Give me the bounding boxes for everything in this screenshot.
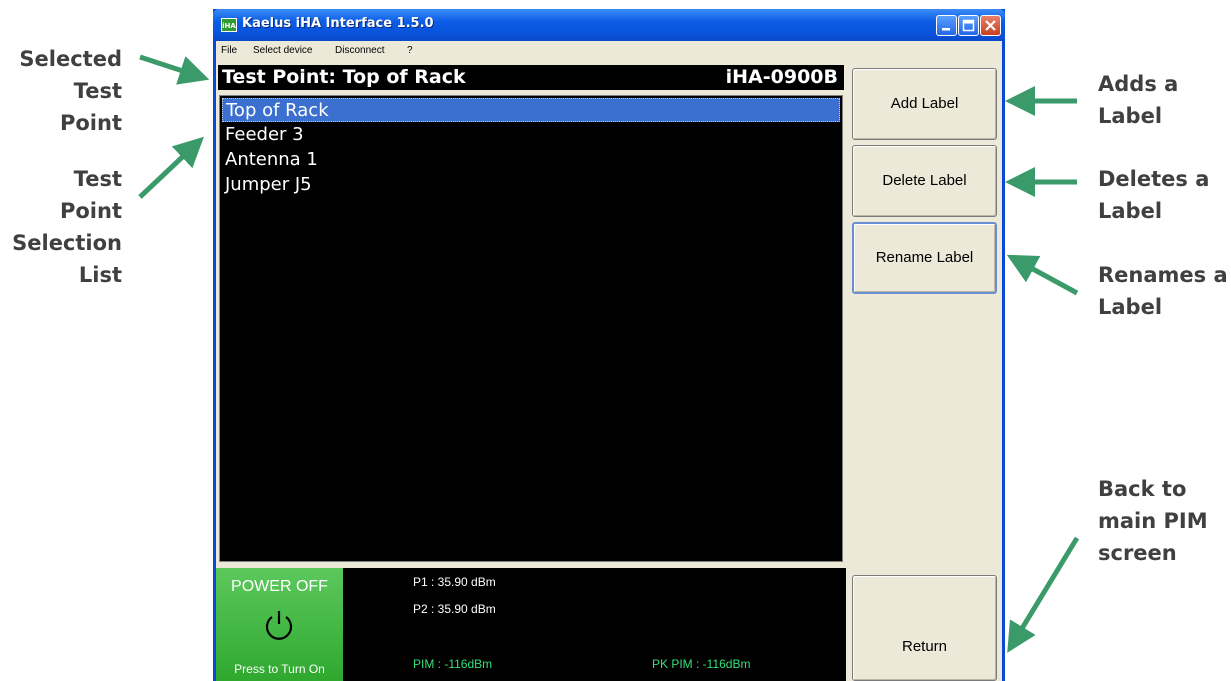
page-title: Test Point: Top of Rack xyxy=(222,66,466,88)
annotation-line: Deletes a xyxy=(1098,167,1210,191)
list-item[interactable]: Jumper J5 xyxy=(222,173,840,197)
pk-pim-reading: PK PIM : -116dBm xyxy=(652,657,751,671)
annotation-back-main: Back to main PIM screen xyxy=(1098,473,1208,569)
power-icon xyxy=(265,611,293,640)
arrow-rename-label xyxy=(1006,254,1079,296)
title-bar[interactable]: iHA Kaelus iHA Interface 1.5.0 xyxy=(213,9,1005,41)
p1-reading: P1 : 35.90 dBm xyxy=(413,575,496,589)
close-icon xyxy=(985,20,996,31)
power-button[interactable]: POWER OFF Press to Turn On xyxy=(216,568,343,681)
pim-reading: PIM : -116dBm xyxy=(413,657,493,671)
annotation-line: Selected xyxy=(19,47,122,71)
power-hint: Press to Turn On xyxy=(234,662,325,676)
annotation-line: screen xyxy=(1098,541,1177,565)
annotation-renames-label: Renames a Label xyxy=(1098,259,1228,323)
status-panel: POWER OFF Press to Turn On P1 : 35.90 dB… xyxy=(216,568,846,681)
window-title: Kaelus iHA Interface 1.5.0 xyxy=(242,16,434,31)
annotation-line: Label xyxy=(1098,199,1163,223)
annotation-selection-list: Test Point Selection List xyxy=(10,163,122,291)
return-label: Return xyxy=(901,638,948,655)
annotation-line: Label xyxy=(1098,104,1163,128)
annotation-line: Adds a xyxy=(1098,72,1179,96)
arrow-return xyxy=(1007,536,1080,653)
annotation-deletes-label: Deletes a Label xyxy=(1098,163,1209,227)
minimize-button[interactable] xyxy=(936,15,957,36)
app-window: iHA Kaelus iHA Interface 1.5.0 File Sele… xyxy=(213,9,1005,681)
arrow-selection-list xyxy=(138,136,204,199)
client-area: Test Point: Top of Rack iHA-0900B Top of… xyxy=(216,63,1002,681)
close-button[interactable] xyxy=(980,15,1001,36)
annotation-adds-label: Adds a Label xyxy=(1098,68,1178,132)
maximize-button[interactable] xyxy=(958,15,979,36)
annotation-line: Selection xyxy=(12,231,122,255)
header-bar: Test Point: Top of Rack iHA-0900B xyxy=(218,65,844,90)
menu-select-device[interactable]: Select device xyxy=(253,45,312,56)
device-name: iHA-0900B xyxy=(725,66,838,88)
annotation-line: List xyxy=(78,263,122,287)
annotation-line: Label xyxy=(1098,295,1163,319)
arrow-selected-test-point xyxy=(139,54,210,85)
list-item[interactable]: Antenna 1 xyxy=(222,148,840,172)
menu-bar: File Select device Disconnect ? xyxy=(216,41,1002,63)
list-item[interactable]: Feeder 3 xyxy=(222,123,840,147)
annotation-line: Back to xyxy=(1098,477,1187,501)
maximize-icon xyxy=(962,19,975,32)
annotation-line: main PIM xyxy=(1098,509,1208,533)
annotation-line: Test Point xyxy=(59,79,122,135)
app-logo-icon: iHA xyxy=(221,18,237,32)
menu-file[interactable]: File xyxy=(221,45,237,56)
delete-label-button[interactable]: Delete Label xyxy=(852,145,997,217)
menu-disconnect[interactable]: Disconnect xyxy=(335,45,384,56)
power-status-label: POWER OFF xyxy=(231,578,328,595)
menu-help[interactable]: ? xyxy=(407,45,413,56)
test-point-list[interactable]: Top of Rack Feeder 3 Antenna 1 Jumper J5 xyxy=(219,95,843,562)
list-item[interactable]: Top of Rack xyxy=(222,98,840,122)
annotation-line: Test Point xyxy=(59,167,122,223)
annotation-line: Renames a xyxy=(1098,263,1228,287)
annotation-selected-test-point: Selected Test Point xyxy=(10,43,122,139)
p2-reading: P2 : 35.90 dBm xyxy=(413,602,496,616)
return-button[interactable]: Return xyxy=(852,575,997,681)
minimize-icon xyxy=(942,28,950,31)
add-label-button[interactable]: Add Label xyxy=(852,68,997,140)
rename-label-button[interactable]: Rename Label xyxy=(852,222,997,294)
